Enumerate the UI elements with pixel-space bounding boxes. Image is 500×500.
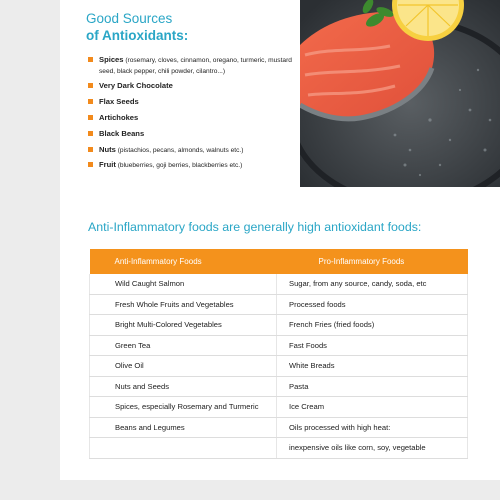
source-item: Nuts (pistachios, pecans, almonds, walnu…: [88, 145, 293, 156]
table-row: Fresh Whole Fruits and Vegetables Process…: [89, 294, 468, 315]
anti-inflammatory-cell: Wild Caught Salmon: [89, 274, 277, 295]
table-row: inexpensive oils like corn, soy, vegetab…: [89, 437, 468, 459]
source-name: Very Dark Chocolate: [99, 81, 173, 91]
pro-inflammatory-cell: Processed foods: [276, 294, 468, 315]
sources-heading-line2: of Antioxidants:: [86, 28, 189, 43]
table-row: Bright Multi-Colored Vegetables French Fr…: [89, 314, 468, 336]
comparison-title: Anti-Inflammatory foods are generally hi…: [88, 220, 422, 234]
anti-inflammatory-cell: Nuts and Seeds: [89, 376, 277, 397]
source-item: Very Dark Chocolate: [88, 81, 293, 92]
antioxidant-sources-list: Spices (rosemary, cloves, cinnamon, oreg…: [88, 55, 293, 176]
source-item: Fruit (blueberries, goji berries, blackb…: [88, 160, 293, 171]
source-name: Artichokes: [99, 112, 139, 122]
source-name: Flax Seeds: [99, 97, 139, 107]
table-header-row: Anti-Inflammatory Foods Pro-Inflammatory…: [89, 249, 468, 274]
source-item: Black Beans: [88, 129, 293, 140]
pro-inflammatory-cell: Sugar, from any source, candy, soda, etc: [276, 274, 468, 295]
pro-inflammatory-cell: Fast Foods: [276, 335, 468, 356]
anti-inflammatory-cell: Beans and Legumes: [89, 417, 277, 438]
anti-inflammatory-cell: Green Tea: [89, 335, 277, 356]
source-item: Spices (rosemary, cloves, cinnamon, oreg…: [88, 55, 293, 76]
source-name: Nuts: [99, 144, 116, 154]
source-item: Artichokes: [88, 113, 293, 124]
anti-inflammatory-cell: Bright Multi-Colored Vegetables: [89, 314, 277, 336]
source-name: Spices: [99, 55, 124, 64]
square-bullet-icon: [88, 57, 93, 62]
source-item: Flax Seeds: [88, 97, 293, 108]
square-bullet-icon: [88, 162, 93, 168]
source-detail: (blueberries, goji berries, blackberries…: [115, 162, 243, 170]
pro-inflammatory-cell: Oils processed with high heat:: [276, 417, 468, 438]
header-pro-inflammatory: Pro-Inflammatory Foods: [276, 249, 468, 274]
table-row: Wild Caught Salmon Sugar, from any source…: [89, 274, 468, 295]
table-row: Green Tea Fast Foods: [89, 335, 468, 356]
square-bullet-icon: [88, 130, 93, 136]
square-bullet-icon: [88, 114, 93, 120]
sources-heading-line1: Good Sources: [86, 11, 173, 26]
pro-inflammatory-cell: inexpensive oils like corn, soy, vegetab…: [276, 437, 468, 459]
source-name: Black Beans: [99, 128, 145, 138]
source-detail: (pistachios, pecans, almonds, walnuts et…: [115, 146, 244, 154]
header-anti-inflammatory: Anti-Inflammatory Foods: [89, 249, 277, 274]
table-row: Beans and Legumes Oils processed with hig…: [89, 417, 468, 438]
square-bullet-icon: [88, 99, 93, 105]
table-body: Wild Caught Salmon Sugar, from any source…: [89, 274, 468, 459]
anti-inflammatory-cell: Olive Oil: [89, 355, 277, 377]
source-detail: (rosemary, cloves, cinnamon, oregano, tu…: [99, 57, 292, 75]
pro-inflammatory-cell: French Fries (fried foods): [276, 314, 468, 336]
table-row: Nuts and Seeds Pasta: [89, 376, 468, 397]
table-row: Olive Oil White Breads: [89, 355, 468, 377]
square-bullet-icon: [88, 146, 93, 152]
food-comparison-table: Anti-Inflammatory Foods Pro-Inflammatory…: [89, 249, 468, 459]
pro-inflammatory-cell: Pasta: [276, 376, 468, 397]
square-bullet-icon: [88, 83, 93, 89]
anti-inflammatory-cell: Spices, especially Rosemary and Turmeric: [89, 396, 277, 418]
salmon-photo: [300, 0, 500, 187]
table-row: Spices, especially Rosemary and Turmeric…: [89, 396, 468, 418]
anti-inflammatory-cell: [89, 437, 277, 459]
salmon-lemon-image: [300, 0, 500, 187]
source-name: Fruit: [99, 160, 116, 170]
pro-inflammatory-cell: White Breads: [276, 355, 468, 377]
pro-inflammatory-cell: Ice Cream: [276, 396, 468, 418]
anti-inflammatory-cell: Fresh Whole Fruits and Vegetables: [89, 294, 277, 315]
